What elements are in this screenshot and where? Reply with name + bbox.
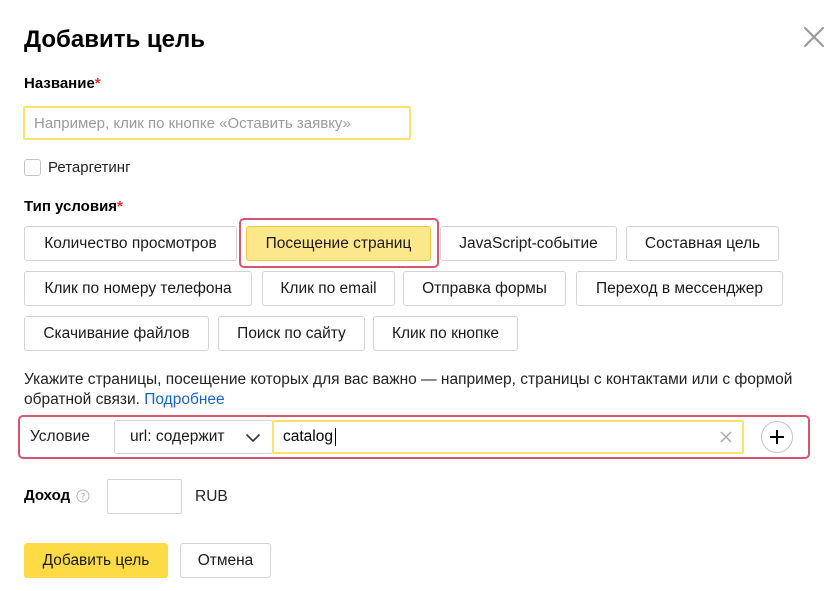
type-chip-page-visits[interactable]: Посещение страниц [246,226,431,261]
type-chip-site-search[interactable]: Поиск по сайту [218,316,365,351]
retargeting-label: Ретаргетинг [48,159,131,176]
cancel-button[interactable]: Отмена [180,543,271,578]
required-mark: * [94,75,101,92]
hint-text: Укажите страницы, посещение которых для … [24,370,824,410]
condition-type-label: Тип условия* [24,197,123,217]
plus-icon [770,430,784,444]
condition-label: Условие [30,428,90,445]
type-chip-javascript-event[interactable]: JavaScript-событие [440,226,617,261]
chevron-down-icon [245,431,261,443]
type-chip-page-views[interactable]: Количество просмотров [24,226,237,261]
add-goal-button[interactable]: Добавить цель [24,543,168,578]
type-chip-composite-goal[interactable]: Составная цель [626,226,779,261]
text-cursor [335,428,336,446]
income-input[interactable] [107,479,182,514]
more-link[interactable]: Подробнее [144,391,224,408]
type-chip-messenger[interactable]: Переход в мессенджер [576,271,783,306]
svg-text:?: ? [81,493,86,503]
retargeting-checkbox[interactable] [24,159,41,176]
close-icon[interactable] [801,24,827,50]
name-label-text: Название [24,75,95,92]
income-label: Доход [24,487,71,504]
goal-name-input[interactable] [23,106,411,140]
name-label: Название* [24,74,101,94]
required-mark: * [117,198,123,215]
clear-icon[interactable] [719,430,733,444]
type-chip-phone-click[interactable]: Клик по номеру телефона [24,271,252,306]
type-chip-email-click[interactable]: Клик по email [262,271,395,306]
currency-label: RUB [195,488,228,505]
type-chip-form-submit[interactable]: Отправка формы [403,271,566,306]
condition-value-text: catalog [283,428,333,445]
hint-body: Укажите страницы, посещение которых для … [24,371,793,408]
help-icon[interactable]: ? [76,489,90,503]
condition-value-input[interactable] [272,420,744,454]
condition-type-label-text: Тип условия [24,198,118,215]
type-chip-button-click[interactable]: Клик по кнопке [373,316,518,351]
add-condition-button[interactable] [761,421,793,453]
dialog-title: Добавить цель [24,26,206,53]
type-chip-file-download[interactable]: Скачивание файлов [24,316,209,351]
